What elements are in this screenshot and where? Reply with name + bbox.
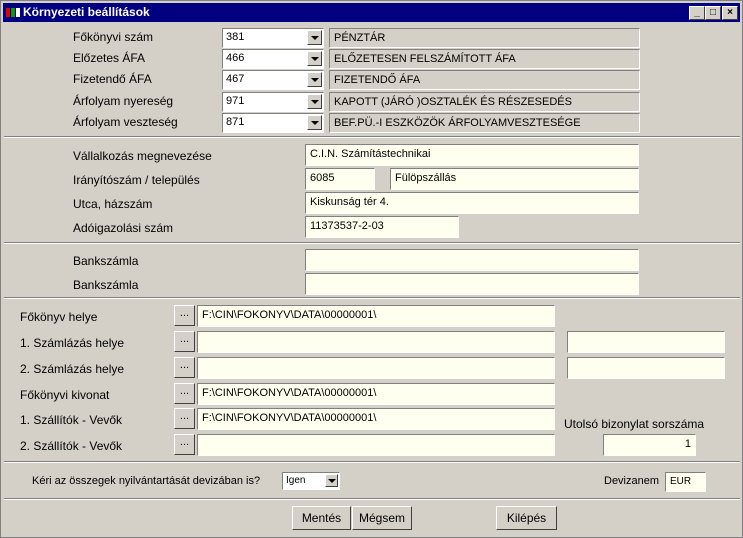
suppliers-2-field[interactable] [197,434,555,456]
account-code-select[interactable]: 466 [222,49,324,69]
account-description: FIZETENDŐ ÁFA [329,70,640,90]
account-code-value: 871 [226,116,245,128]
account-label: Előzetes ÁFA [73,51,146,65]
last-doc-field[interactable]: 1 [603,434,696,456]
invoicing-1-path-field[interactable] [197,331,555,353]
ledger-path-label: Főkönyv helye [20,310,98,324]
minimize-button[interactable]: _ [689,6,705,20]
browse-suppliers-2-button[interactable]: ... [174,434,195,455]
last-doc-label: Utolsó bizonylat sorszáma [564,417,705,431]
account-description: KAPOTT (JÁRÓ )OSZTALÉK ÉS RÉSZESEDÉS [329,92,640,112]
street-label: Utca, házszám [73,197,153,211]
suppliers-1-label: 1. Szállítók - Vevők [20,413,123,427]
divider [4,498,740,500]
zip-city-label: Irányítószám / település [73,173,200,187]
dropdown-arrow-icon[interactable] [325,474,338,487]
bank-account-field[interactable] [305,273,639,295]
account-code-select[interactable]: 467 [222,70,324,90]
bank-account-field[interactable] [305,249,639,271]
currency-select-value: Igen [286,475,306,486]
ledger-statement-label: Főkönyvi kivonat [20,388,110,402]
account-code-value: 971 [226,95,245,107]
ledger-statement-field[interactable]: F:\CIN\FOKONYV\DATA\00000001\ [197,383,555,405]
street-field[interactable]: Kiskunság tér 4. [305,192,639,214]
invoicing-2-path-label: 2. Számlázás helye [20,362,125,376]
window-title: Környezeti beállítások [23,5,150,19]
divider [4,297,740,299]
currency-question-label: Kéri az összegek nyilvántartását devizáb… [32,475,261,487]
account-code-value: 466 [226,52,245,64]
invoicing-1-path-label: 1. Számlázás helye [20,336,125,350]
bank-account-label: Bankszámla [73,254,139,268]
dropdown-arrow-icon[interactable] [307,115,322,130]
save-button[interactable]: Mentés [292,506,351,530]
exit-button[interactable]: Kilépés [496,506,557,530]
invoicing-2-path-field[interactable] [197,357,555,379]
city-field[interactable]: Fülöpszállás [390,168,639,190]
ledger-path-field[interactable]: F:\CIN\FOKONYV\DATA\00000001\ [197,305,555,327]
browse-invoicing-2-button[interactable]: ... [174,357,195,378]
dropdown-arrow-icon[interactable] [307,51,322,66]
account-description: BEF.PÜ.-I ESZKÖZÖK ÁRFOLYAMVESZTESÉGE [329,113,640,133]
invoicing-1-extra-field[interactable] [567,331,725,353]
title-bar: Környezeti beállítások _ □ × [3,3,740,22]
account-label: Árfolyam nyereség [73,94,174,108]
account-label: Főkönyvi szám [73,30,154,44]
currency-name-field[interactable]: EUR [665,472,706,492]
divider [4,461,740,463]
account-label: Árfolyam veszteség [73,115,178,129]
close-button[interactable]: × [722,6,738,20]
tax-number-label: Adóigazolási szám [73,221,174,235]
dropdown-arrow-icon[interactable] [307,94,322,109]
suppliers-2-label: 2. Szállítók - Vevők [20,439,123,453]
account-code-select[interactable]: 871 [222,113,324,133]
account-description: PÉNZTÁR [329,28,640,48]
account-code-select[interactable]: 971 [222,92,324,112]
bank-account-label: Bankszámla [73,278,139,292]
tax-number-field[interactable]: 11373537-2-03 [305,216,459,238]
app-icon [6,8,20,17]
currency-name-label: Devizanem [604,475,660,487]
browse-invoicing-1-button[interactable]: ... [174,331,195,352]
divider [4,136,740,138]
browse-ledger-statement-button[interactable]: ... [174,383,195,404]
company-name-label: Vállalkozás megnevezése [73,149,212,163]
account-label: Fizetendő ÁFA [73,72,152,86]
settings-window: Környezeti beállítások _ □ × Főkönyvi sz… [0,0,743,538]
browse-suppliers-1-button[interactable]: ... [174,408,195,429]
dropdown-arrow-icon[interactable] [307,72,322,87]
zip-field[interactable]: 6085 [305,168,375,190]
account-description: ELŐZETESEN FELSZÁMÍTOTT ÁFA [329,49,640,69]
account-code-value: 467 [226,73,245,85]
dropdown-arrow-icon[interactable] [307,30,322,45]
maximize-button[interactable]: □ [705,6,721,20]
suppliers-1-field[interactable]: F:\CIN\FOKONYV\DATA\00000001\ [197,408,555,430]
browse-ledger-path-button[interactable]: ... [174,305,195,326]
currency-select[interactable]: Igen [282,472,340,490]
cancel-button[interactable]: Mégsem [352,506,412,530]
account-code-value: 381 [226,31,245,43]
invoicing-2-extra-field[interactable] [567,357,725,379]
account-code-select[interactable]: 381 [222,28,324,48]
divider [4,242,740,244]
company-name-field[interactable]: C.I.N. Számítástechnikai [305,144,639,166]
